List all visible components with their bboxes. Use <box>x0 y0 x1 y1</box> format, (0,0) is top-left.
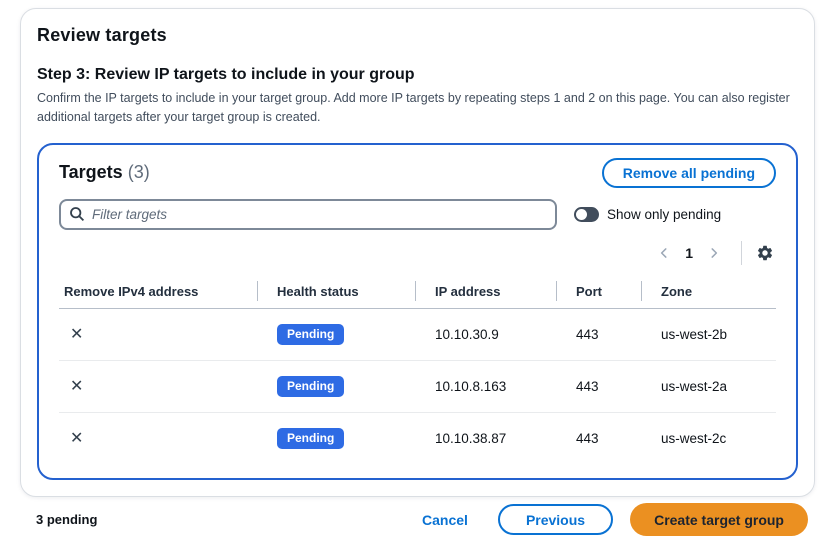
search-icon <box>69 206 85 222</box>
column-divider <box>641 281 642 301</box>
filter-row: Show only pending <box>59 199 776 230</box>
filter-targets-input[interactable] <box>92 207 547 222</box>
filter-targets-box[interactable] <box>59 199 557 230</box>
table-row: ✕ Pending 10.10.38.87 443 us-west-2c <box>59 412 776 464</box>
ip-address-cell: 10.10.30.9 <box>415 308 556 360</box>
create-target-group-button[interactable]: Create target group <box>630 503 808 536</box>
previous-button[interactable]: Previous <box>498 504 613 535</box>
pagination-divider <box>741 241 742 265</box>
column-header-health-status[interactable]: Health status <box>257 275 415 309</box>
targets-panel: Targets (3) Remove all pending Show only… <box>37 143 798 480</box>
status-badge: Pending <box>277 428 344 449</box>
gear-icon <box>756 244 774 262</box>
port-cell: 443 <box>556 412 641 464</box>
table-row: ✕ Pending 10.10.8.163 443 us-west-2a <box>59 360 776 412</box>
targets-table: Remove IPv4 address Health status IP add… <box>59 275 776 464</box>
targets-panel-title: Targets (3) <box>59 162 150 183</box>
column-header-ip-address[interactable]: IP address <box>415 275 556 309</box>
cancel-button[interactable]: Cancel <box>416 508 474 532</box>
ip-address-cell: 10.10.8.163 <box>415 360 556 412</box>
table-header-row: Remove IPv4 address Health status IP add… <box>59 275 776 309</box>
table-row: ✕ Pending 10.10.30.9 443 us-west-2b <box>59 308 776 360</box>
targets-panel-header: Targets (3) Remove all pending <box>59 158 776 188</box>
toggle-knob <box>576 209 587 220</box>
column-header-zone[interactable]: Zone <box>641 275 776 309</box>
wizard-footer: 3 pending Cancel Previous Create target … <box>36 503 808 536</box>
column-divider <box>556 281 557 301</box>
column-divider <box>257 281 258 301</box>
port-cell: 443 <box>556 308 641 360</box>
next-page-button[interactable] <box>701 244 727 262</box>
current-page-number: 1 <box>685 245 693 261</box>
remove-target-button[interactable]: ✕ <box>68 326 85 342</box>
step-description: Confirm the IP targets to include in you… <box>37 89 798 128</box>
column-divider <box>415 281 416 301</box>
show-only-pending-toggle[interactable]: Show only pending <box>574 207 721 222</box>
remove-target-button[interactable]: ✕ <box>68 378 85 394</box>
status-badge: Pending <box>277 324 344 345</box>
chevron-left-icon <box>657 246 671 260</box>
targets-count: (3) <box>128 162 150 182</box>
review-targets-card: Review targets Step 3: Review IP targets… <box>20 8 815 497</box>
status-badge: Pending <box>277 376 344 397</box>
targets-title-text: Targets <box>59 162 123 182</box>
page-title: Review targets <box>37 25 798 46</box>
pagination-row: 1 <box>59 239 776 267</box>
toggle-label: Show only pending <box>607 207 721 222</box>
pending-summary: 3 pending <box>36 512 97 527</box>
step-heading: Step 3: Review IP targets to include in … <box>37 66 798 84</box>
ip-address-cell: 10.10.38.87 <box>415 412 556 464</box>
zone-cell: us-west-2c <box>641 412 776 464</box>
port-cell: 443 <box>556 360 641 412</box>
toggle-track[interactable] <box>574 207 599 222</box>
chevron-right-icon <box>707 246 721 260</box>
remove-target-button[interactable]: ✕ <box>68 430 85 446</box>
zone-cell: us-west-2a <box>641 360 776 412</box>
previous-page-button[interactable] <box>651 244 677 262</box>
table-settings-button[interactable] <box>754 242 776 264</box>
column-header-remove[interactable]: Remove IPv4 address <box>59 275 257 309</box>
zone-cell: us-west-2b <box>641 308 776 360</box>
remove-all-pending-button[interactable]: Remove all pending <box>602 158 776 188</box>
footer-actions: Cancel Previous Create target group <box>416 503 808 536</box>
column-header-port[interactable]: Port <box>556 275 641 309</box>
